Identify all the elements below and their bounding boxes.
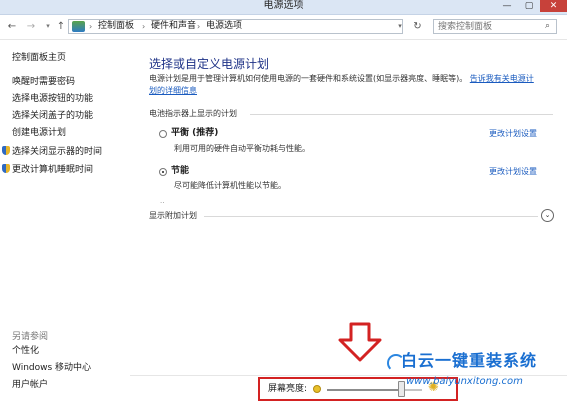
sidebar-item-label: 选择关闭显示器的时间 <box>12 147 103 157</box>
plan-desc-balanced: 利用可用的硬件自动平衡功耗与性能。 <box>174 144 310 153</box>
change-plan-settings-balanced[interactable]: 更改计划设置 <box>489 128 537 139</box>
breadcrumb-separator-icon[interactable]: › <box>142 20 145 33</box>
search-input[interactable] <box>433 19 557 34</box>
additional-plans-divider <box>204 216 538 217</box>
down-arrow-annotation-icon <box>338 322 382 362</box>
window-title: 电源选项 <box>263 0 304 11</box>
see-also-personalization[interactable]: 个性化 <box>12 346 39 357</box>
show-additional-plans-label[interactable]: 显示附加计划 <box>149 210 197 221</box>
sidebar-item-lid[interactable]: 选择关闭盖子的功能 <box>12 111 93 122</box>
control-panel-icon <box>72 21 85 32</box>
sidebar-item-sleep-time[interactable]: 更改计算机睡眠时间 <box>2 164 94 176</box>
sidebar-item-label: 更改计算机睡眠时间 <box>12 165 94 175</box>
minimize-icon[interactable]: — <box>496 0 518 12</box>
search-icon[interactable]: ⌕ <box>545 21 550 31</box>
dim-sun-icon <box>313 385 321 393</box>
learn-more-link[interactable]: 告诉我有关电源计 <box>470 74 534 83</box>
sidebar-item-power-button[interactable]: 选择电源按钮的功能 <box>12 94 93 105</box>
back-arrow-icon[interactable]: ← <box>6 20 18 33</box>
breadcrumb-hardware-sound[interactable]: 硬件和声音 <box>151 20 196 33</box>
chevron-down-icon[interactable]: ⌄ <box>541 209 554 222</box>
plan-name-power-saver[interactable]: 节能 <box>171 166 189 177</box>
change-plan-settings-power-saver[interactable]: 更改计划设置 <box>489 166 537 177</box>
dotted-separator: .. <box>160 197 165 205</box>
plan-radio-power-saver[interactable] <box>159 168 167 176</box>
title-bar: 电源选项 — ▢ ✕ <box>0 0 567 15</box>
battery-section-heading: 电池指示器上显示的计划 <box>149 109 237 118</box>
address-row: ← → ▾ ↑ › 控制面板 › 硬件和声音 › 电源选项 ▾ ↻ ⌕ <box>0 15 567 40</box>
sidebar-item-display-off[interactable]: 选择关闭显示器的时间 <box>2 146 103 158</box>
section-divider <box>250 114 553 115</box>
breadcrumb-power-options[interactable]: 电源选项 <box>206 20 242 33</box>
address-bar[interactable]: › 控制面板 › 硬件和声音 › 电源选项 <box>68 19 403 34</box>
learn-more-link-continued[interactable]: 划的详细信息 <box>149 85 197 96</box>
breadcrumb-separator-icon[interactable]: › <box>197 20 200 33</box>
watermark-title: 白云一键重装系统 <box>401 351 538 370</box>
brightness-label: 屏幕亮度: <box>268 384 308 394</box>
up-arrow-icon[interactable]: ↑ <box>55 20 67 33</box>
description-text: 电源计划是用于管理计算机如何使用电源的一套硬件和系统设置(如显示器亮度、睡眠等)… <box>149 74 468 83</box>
breadcrumb-separator-icon[interactable]: › <box>89 20 92 33</box>
address-dropdown-icon[interactable]: ▾ <box>395 20 405 33</box>
page-title: 选择或自定义电源计划 <box>149 57 270 71</box>
shield-icon <box>2 146 10 155</box>
see-also-mobility-center[interactable]: Windows 移动中心 <box>12 363 91 374</box>
breadcrumb-control-panel[interactable]: 控制面板 <box>98 20 134 33</box>
brightness-slider-fill <box>327 389 402 391</box>
shield-icon <box>2 164 10 173</box>
refresh-icon[interactable]: ↻ <box>410 20 425 33</box>
forward-arrow-icon[interactable]: → <box>25 20 37 33</box>
sidebar-item-create-plan[interactable]: 创建电源计划 <box>12 128 66 139</box>
sidebar-item-wake-password[interactable]: 唤醒时需要密码 <box>12 77 75 88</box>
description: 电源计划是用于管理计算机如何使用电源的一套硬件和系统设置(如显示器亮度、睡眠等)… <box>149 73 549 84</box>
plan-radio-balanced[interactable] <box>159 130 167 138</box>
watermark-url: www.baiyunxitong.com <box>406 376 523 387</box>
sidebar-item-home[interactable]: 控制面板主页 <box>12 53 66 64</box>
see-also-heading: 另请参阅 <box>12 332 49 342</box>
history-chevron-icon[interactable]: ▾ <box>42 20 54 33</box>
close-icon[interactable]: ✕ <box>540 0 567 12</box>
watermark: 白云一键重装系统 www.baiyunxitong.com <box>387 350 567 400</box>
plan-name-balanced[interactable]: 平衡 (推荐) <box>171 128 218 139</box>
maximize-icon[interactable]: ▢ <box>518 0 540 12</box>
plan-desc-power-saver: 尽可能降低计算机性能以节能。 <box>174 181 286 190</box>
see-also-user-accounts[interactable]: 用户帐户 <box>12 380 48 391</box>
